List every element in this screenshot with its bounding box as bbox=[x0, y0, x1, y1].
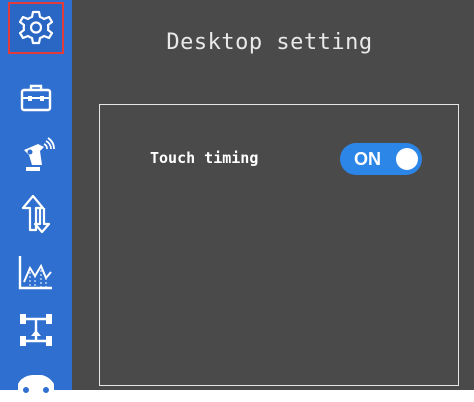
sidebar-item-settings[interactable] bbox=[8, 2, 64, 54]
car-icon bbox=[18, 375, 54, 395]
gear-icon bbox=[18, 10, 54, 45]
sidebar-item-toolbox[interactable] bbox=[8, 72, 64, 124]
touch-timing-label: Touch timing bbox=[150, 149, 259, 167]
page-title: Desktop setting bbox=[166, 30, 373, 55]
sidebar-item-chassis[interactable] bbox=[8, 304, 64, 356]
main-content: Desktop setting Touch timing ON bbox=[72, 0, 474, 390]
up-down-arrows-icon bbox=[21, 194, 51, 234]
sidebar-item-transmitter[interactable] bbox=[8, 130, 64, 182]
chassis-icon bbox=[20, 314, 52, 346]
desktop-setting-screen: Desktop setting Touch timing ON bbox=[0, 0, 474, 395]
sidebar-item-car[interactable] bbox=[8, 362, 64, 395]
line-chart-icon bbox=[18, 256, 52, 290]
toggle-state-text: ON bbox=[354, 148, 381, 169]
sidebar-item-transfer[interactable] bbox=[8, 188, 64, 240]
sidebar-item-chart[interactable] bbox=[8, 246, 64, 298]
radio-transmitter-icon bbox=[24, 137, 55, 171]
toolbox-icon bbox=[20, 84, 52, 112]
sidebar bbox=[0, 0, 72, 395]
settings-panel: Touch timing ON bbox=[99, 104, 459, 386]
toggle-knob bbox=[396, 148, 418, 170]
touch-timing-toggle[interactable]: ON bbox=[340, 143, 422, 175]
